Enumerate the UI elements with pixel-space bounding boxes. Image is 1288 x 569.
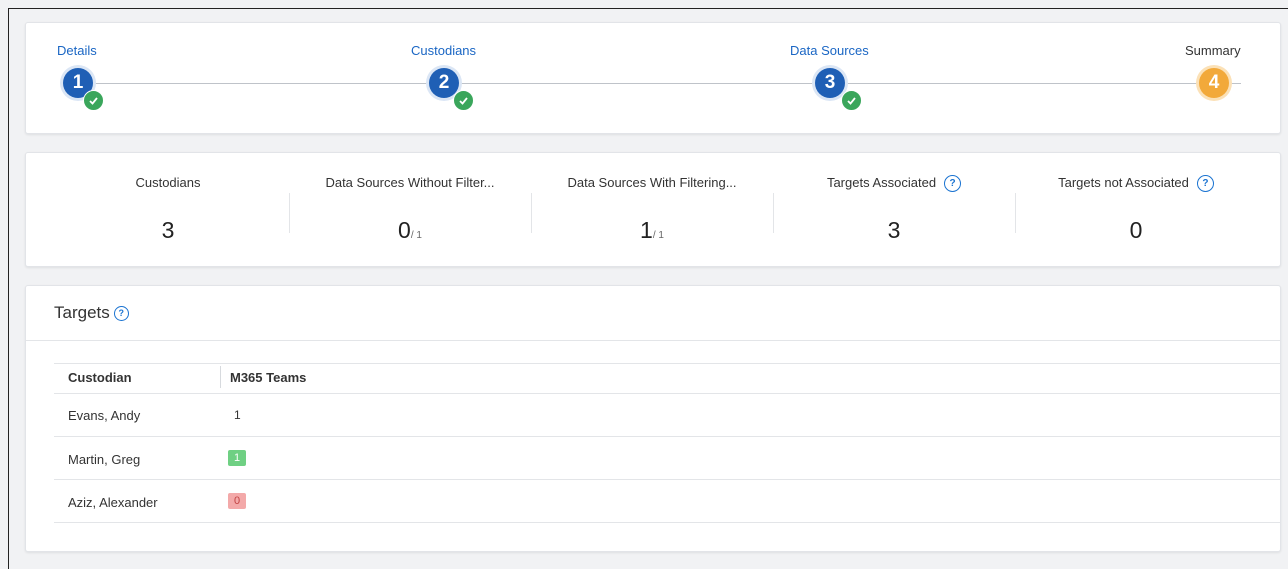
step-label[interactable]: Custodians [411,43,476,58]
stat-denominator: / 1 [410,230,422,241]
target-count-badge-error: 0 [228,493,247,509]
custodian-name: Martin, Greg [68,452,141,467]
divider [54,436,1280,437]
check-icon [841,90,862,111]
check-icon [453,90,474,111]
custodian-name: Evans, Andy [68,408,141,423]
step-label[interactable]: Details [57,43,97,58]
stat-label: Data Sources With Filtering... [567,175,737,190]
column-header-m365-teams[interactable]: M365 Teams [230,370,306,385]
stat-sources-without-filter: Data Sources Without Filter... 0/ 1 [289,153,531,266]
targets-panel: Targets? Custodian M365 Teams Evans, And… [25,285,1281,552]
wizard-stepper: Details 1 Custodians 2 Data Sources 3 Su… [25,22,1281,134]
divider [54,393,1280,394]
check-icon [83,90,104,111]
custodian-name: Aziz, Alexander [68,495,158,510]
column-header-custodian[interactable]: Custodian [68,370,132,385]
stat-label: Data Sources Without Filter... [325,175,495,190]
stat-value: 0 [1129,217,1143,243]
column-resize-handle[interactable] [220,366,221,388]
step-number-badge: 3 [815,68,845,98]
help-icon[interactable]: ? [944,175,962,193]
targets-title: Targets? [54,303,129,323]
stat-sources-with-filtering: Data Sources With Filtering... 1/ 1 [531,153,773,266]
help-icon[interactable]: ? [1196,175,1214,193]
stat-label: Custodians [135,175,201,190]
stat-value: 0/ 1 [398,217,422,243]
divider [54,479,1280,480]
stat-value: 3 [887,217,901,243]
panel-title: Targets [54,303,110,322]
stepper-track [91,83,1241,84]
stat-value: 1/ 1 [640,217,664,243]
target-count-badge-success: 1 [228,450,247,466]
step-label: Summary [1185,43,1241,58]
stat-targets-not-associated: Targets not Associated? 0 [1015,153,1257,266]
stat-value: 3 [161,217,175,243]
help-icon[interactable]: ? [113,306,129,321]
divider [26,340,1280,341]
stat-label: Targets not Associated [1058,175,1189,190]
stat-custodians: Custodians 3 [47,153,289,266]
stat-label-row: Targets not Associated? [1015,175,1257,193]
summary-stats: Custodians 3 Data Sources Without Filter… [25,152,1281,267]
divider [54,363,1280,364]
target-count: 1 [234,408,241,422]
stat-denominator: / 1 [652,230,664,241]
step-label[interactable]: Data Sources [790,43,869,58]
stat-targets-associated: Targets Associated? 3 [773,153,1015,266]
divider [54,522,1280,523]
stat-label: Targets Associated [826,175,937,190]
stat-label-row: Targets Associated? [773,175,1015,193]
step-number-badge: 4 [1199,68,1229,98]
